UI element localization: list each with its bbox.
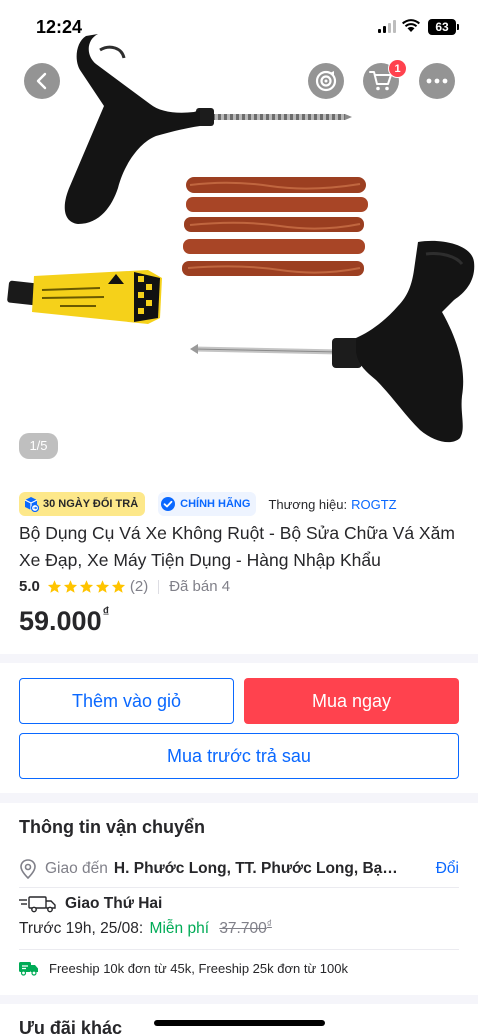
verified-check-icon	[161, 497, 176, 511]
brand-info: Thương hiệu: ROGTZ	[268, 497, 396, 512]
original-fee-currency: ₫	[266, 919, 272, 930]
delivery-truck-icon	[19, 896, 56, 913]
star-icon	[63, 580, 77, 593]
product-info-section: 30 NGÀY ĐỔI TRẢ CHÍNH HÃNG Thương hiệu: R…	[0, 474, 478, 654]
return-policy-badge[interactable]: 30 NGÀY ĐỔI TRẢ	[19, 492, 146, 516]
star-icon	[111, 580, 125, 593]
rating-stars	[47, 579, 126, 594]
spin-game-button[interactable]	[308, 63, 344, 99]
shipping-fee: Miễn phí	[149, 920, 209, 938]
box-return-icon	[24, 497, 39, 512]
original-shipping-fee: 37.700₫	[219, 919, 272, 938]
freeship-info[interactable]: Freeship 10k đơn từ 45k, Freeship 25k đơ…	[19, 960, 348, 976]
delivery-method-label: Giao Thứ Hai	[65, 895, 163, 912]
chevron-left-icon	[36, 72, 47, 90]
more-horizontal-icon	[426, 78, 448, 84]
sold-count: Đã bán 4	[169, 578, 231, 595]
home-indicator[interactable]	[154, 1020, 325, 1026]
back-button[interactable]	[24, 63, 60, 99]
other-offers-section: Ưu đãi khác	[0, 1004, 478, 1034]
product-image-gallery[interactable]: 12:24 63 1 1/5	[0, 0, 478, 474]
image-counter: 1/5	[19, 433, 58, 459]
repair-strips-image	[182, 177, 368, 276]
buy-now-pay-later-button[interactable]: Mua trước trả sau	[19, 733, 459, 779]
rating-divider	[158, 579, 160, 594]
return-policy-label: 30 NGÀY ĐỔI TRẢ	[43, 498, 139, 510]
cellular-signal-icon	[378, 20, 396, 33]
badge-row: 30 NGÀY ĐỔI TRẢ CHÍNH HÃNG Thương hiệu: R…	[19, 492, 397, 516]
star-icon	[79, 580, 93, 593]
add-to-cart-button[interactable]: Thêm vào giỏ	[19, 678, 234, 724]
offers-title: Ưu đãi khác	[19, 1018, 122, 1034]
address-value: H. Phước Long, TT. Phước Long, Bạc Liêu	[113, 860, 399, 877]
address-label: Giao đến	[45, 860, 108, 877]
delivery-eta: Trước 19h, 25/08: Miễn phí 37.700₫	[19, 919, 272, 938]
rating-score: 5.0	[19, 578, 40, 595]
reamer-tool-image	[64, 34, 352, 224]
change-address-link[interactable]: Đổi	[436, 860, 459, 878]
product-price: 59.000₫	[19, 604, 110, 637]
location-pin-icon	[20, 859, 36, 879]
freeship-note: Freeship 10k đơn từ 45k, Freeship 25k đơ…	[49, 960, 348, 976]
status-bar: 12:24 63	[0, 0, 478, 56]
star-icon	[47, 580, 61, 593]
cart-count-badge: 1	[388, 59, 407, 78]
freeship-truck-icon	[19, 962, 38, 976]
wifi-icon	[402, 19, 420, 32]
battery-indicator: 63	[428, 19, 456, 35]
battery-tip	[457, 24, 459, 30]
authentic-badge[interactable]: CHÍNH HÃNG	[158, 492, 257, 516]
original-fee-value: 37.700	[219, 920, 267, 938]
rating-row[interactable]: 5.0 (2) Đã bán 4	[19, 578, 230, 595]
shipping-section: Thông tin vận chuyển Giao đến H. Phước L…	[0, 803, 478, 995]
brand-label: Thương hiệu:	[268, 496, 348, 512]
star-icon	[95, 580, 109, 593]
divider	[19, 949, 459, 950]
delivery-address-row[interactable]: Giao đến H. Phước Long, TT. Phước Long, …	[19, 853, 459, 885]
eta-text: Trước 19h, 25/08:	[19, 920, 144, 938]
price-value: 59.000	[19, 606, 102, 636]
glue-tube-image	[7, 270, 162, 324]
delivery-method: Giao Thứ Hai	[19, 895, 162, 913]
purchase-actions: Thêm vào giỏ Mua ngay Mua trước trả sau	[0, 663, 478, 793]
status-time: 12:24	[36, 17, 83, 37]
more-button[interactable]	[419, 63, 455, 99]
rating-count: (2)	[129, 578, 149, 595]
shipping-title: Thông tin vận chuyển	[19, 817, 206, 837]
brand-link[interactable]: ROGTZ	[351, 497, 397, 512]
product-title: Bộ Dụng Cụ Vá Xe Không Ruột - Bộ Sửa Chữ…	[19, 523, 455, 570]
divider	[19, 887, 459, 888]
target-icon	[315, 70, 337, 92]
buy-now-button[interactable]: Mua ngay	[244, 678, 459, 724]
price-currency: ₫	[102, 604, 110, 619]
authentic-label: CHÍNH HÃNG	[180, 498, 251, 510]
